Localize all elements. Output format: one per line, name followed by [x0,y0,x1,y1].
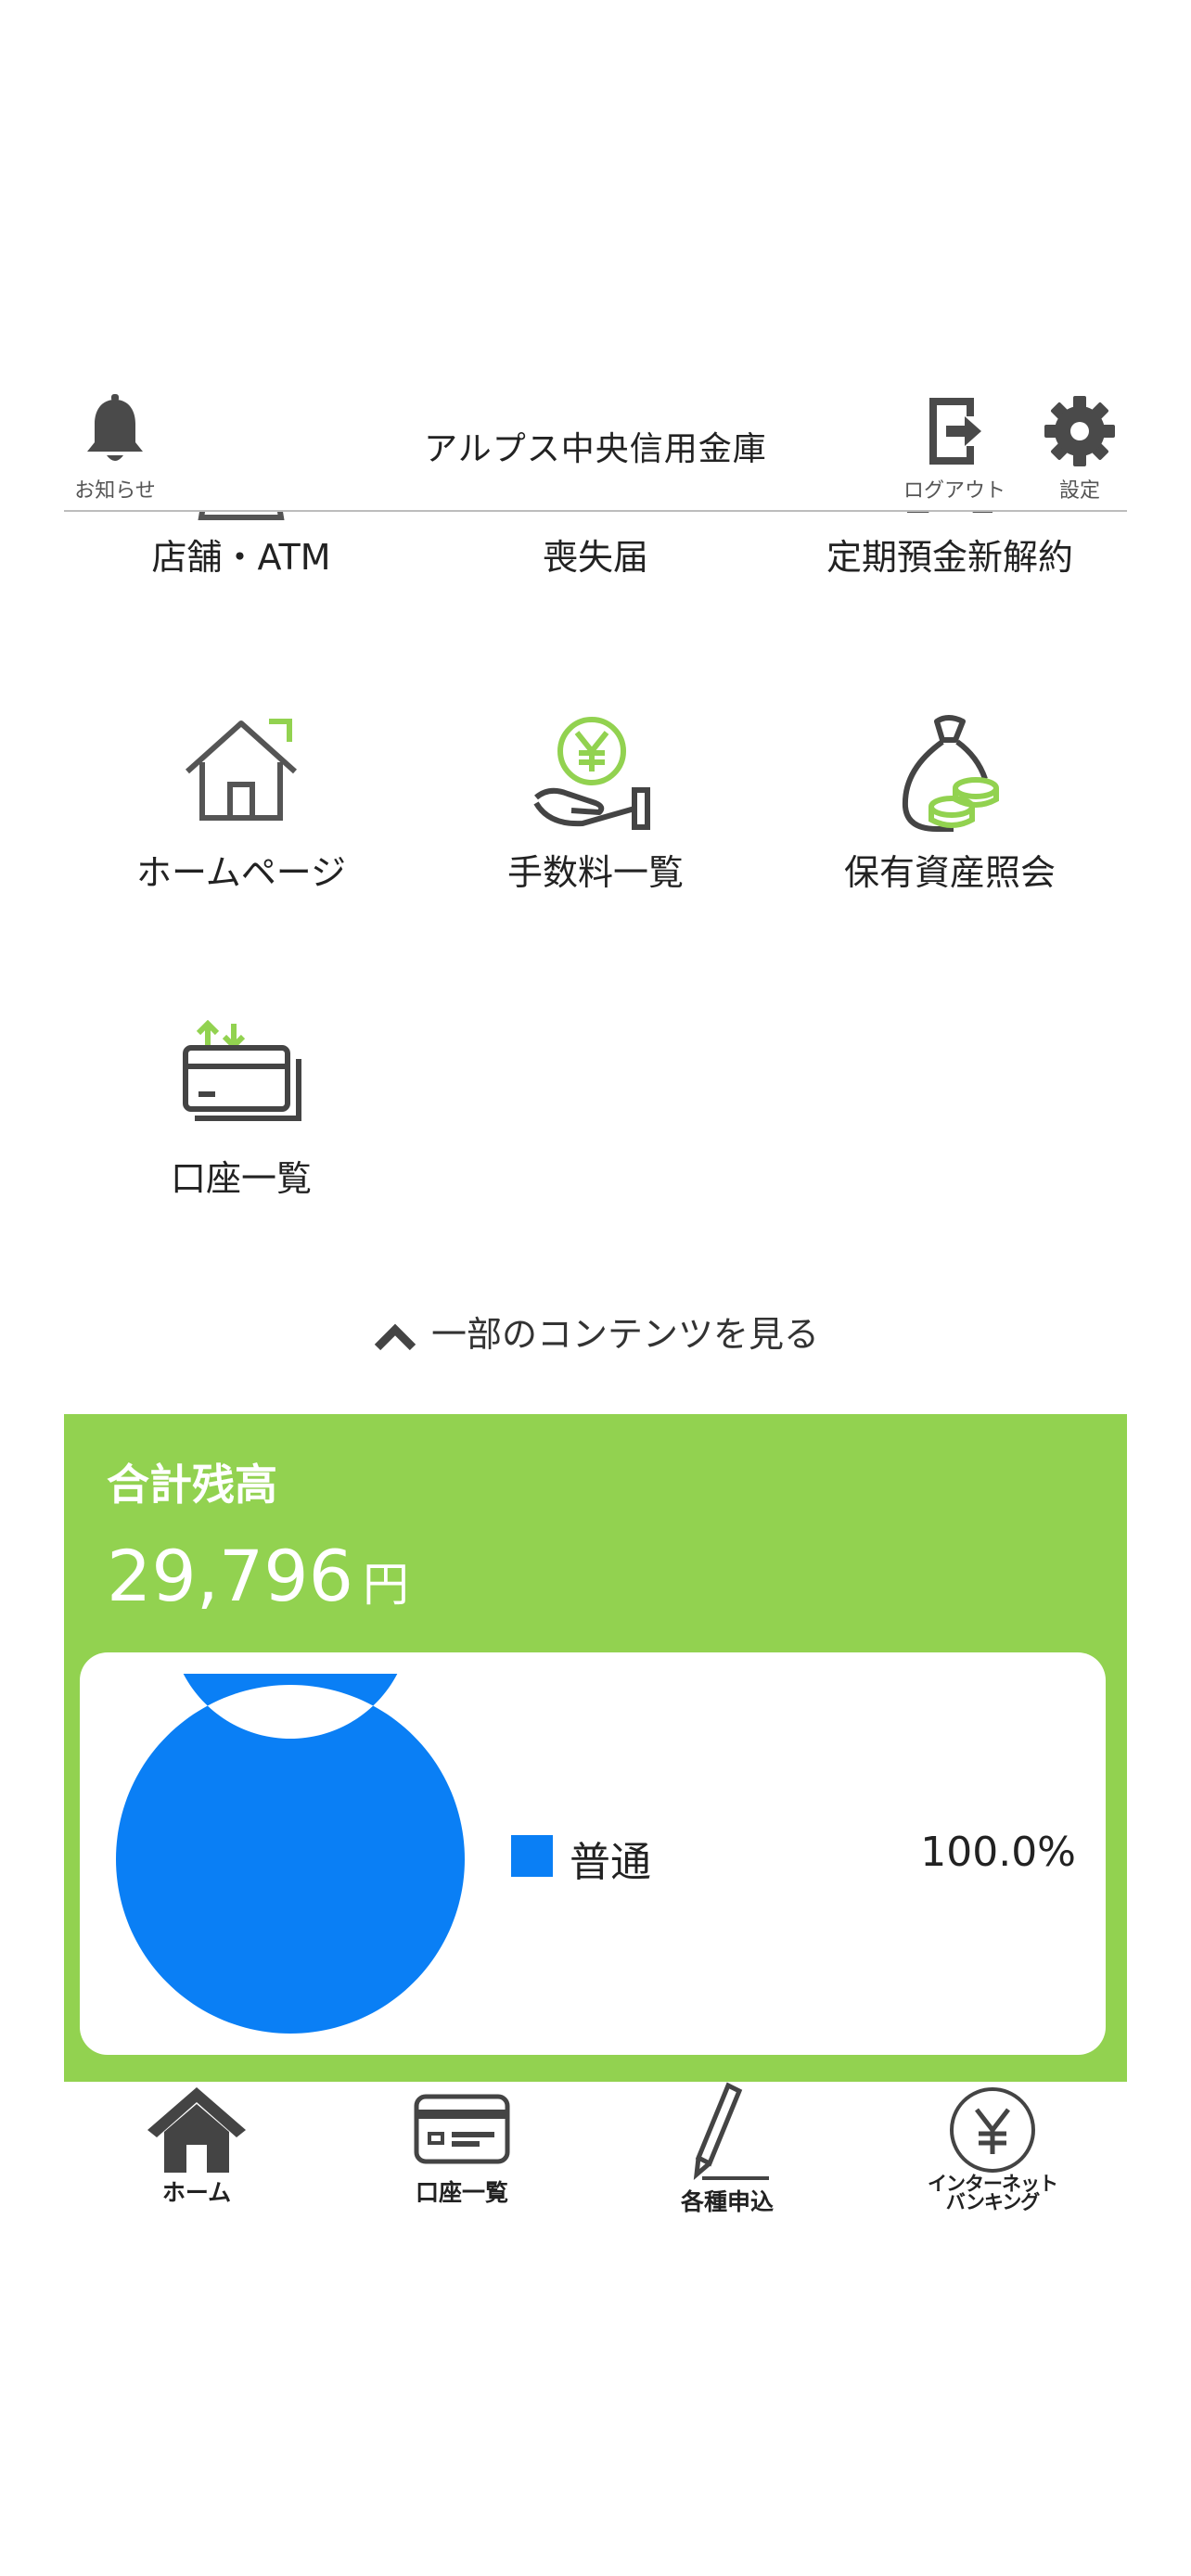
legend-name: 普通 [570,1839,651,1886]
menu-item-account-list[interactable]: 口座一覧 [64,1020,418,1201]
menu-item-homepage[interactable]: ホームページ [64,714,418,895]
nav-label: ホーム [161,2179,232,2206]
balance-breakdown: 普通 100.0% [80,1652,1106,2055]
menu-item-asset-inquiry[interactable]: 保有資産照会 [773,714,1127,895]
notice-button[interactable]: お知らせ [64,394,166,504]
balance-unit: 円 [362,1558,409,1612]
menu-item-label: 手数料一覧 [506,852,684,893]
balance-value: 29,796 [107,1535,353,1617]
balance-amount: 29,796 円 [107,1535,409,1617]
yen-hand-icon [533,717,650,830]
total-balance-card: 合計残高 29,796 円 普通 100.0% [64,1414,1127,2082]
money-bag-icon [902,715,999,832]
chevron-up-icon [374,1323,416,1350]
settings-button[interactable]: 設定 [1029,394,1131,504]
app-header: お知らせ アルプス中央信用金庫 ログアウト 設定 [64,376,1127,512]
nav-label: インターネット バンキング [860,2174,1125,2213]
menu-item-label: ホームページ [135,852,347,893]
menu-item-label: 口座一覧 [170,1158,312,1199]
menu-item-label: 喪失届 [542,537,648,578]
account-card-icon [414,2094,510,2164]
app-title: アルプス中央信用金庫 [424,430,767,468]
nav-item-home[interactable]: ホーム [64,2082,329,2208]
donut-slice-0 [115,1674,465,2034]
menu-item-label: 保有資産照会 [843,852,1056,893]
nav-label: 口座一覧 [415,2179,508,2206]
menu-item-fee-list[interactable]: 手数料一覧 [418,714,773,895]
balance-donut-chart [115,1674,465,2034]
home-icon [147,2087,246,2173]
bell-icon [87,394,143,461]
menu-item-label: 定期預金新解約 [826,537,1073,578]
app-screen: お知らせ アルプス中央信用金庫 ログアウト 設定 店舗・ATM 喪失届 定期預金… [0,0,1191,2576]
nav-label-line2: バンキング [945,2191,1040,2213]
logout-label: ログアウト [903,479,1005,503]
notice-label: お知らせ [74,479,156,503]
house-icon [185,719,298,821]
collapse-contents-toggle[interactable]: 一部のコンテンツを見る [0,1306,1191,1357]
yen-circle-icon [950,2087,1035,2173]
gear-icon [1044,396,1115,466]
legend-swatch [511,1835,553,1877]
nav-label: 各種申込 [680,2188,774,2215]
nav-item-internet-banking[interactable]: インターネット バンキング [860,2082,1125,2213]
card-transfer-icon [183,1020,301,1121]
settings-label: 設定 [1058,479,1100,503]
logout-icon [929,398,981,465]
menu-item-label: 店舗・ATM [151,537,331,578]
logout-button[interactable]: ログアウト [890,394,1019,504]
nav-item-account-list[interactable]: 口座一覧 [329,2082,595,2208]
balance-title: 合計残高 [107,1460,277,1510]
legend-percent: 100.0% [920,1829,1076,1876]
pencil-icon [693,2082,769,2181]
bottom-nav: ホーム 口座一覧 各種申込 インターネット バンキング [64,2082,1127,2249]
nav-item-applications[interactable]: 各種申込 [595,2082,860,2217]
toggle-label: 一部のコンテンツを見る [430,1314,819,1355]
